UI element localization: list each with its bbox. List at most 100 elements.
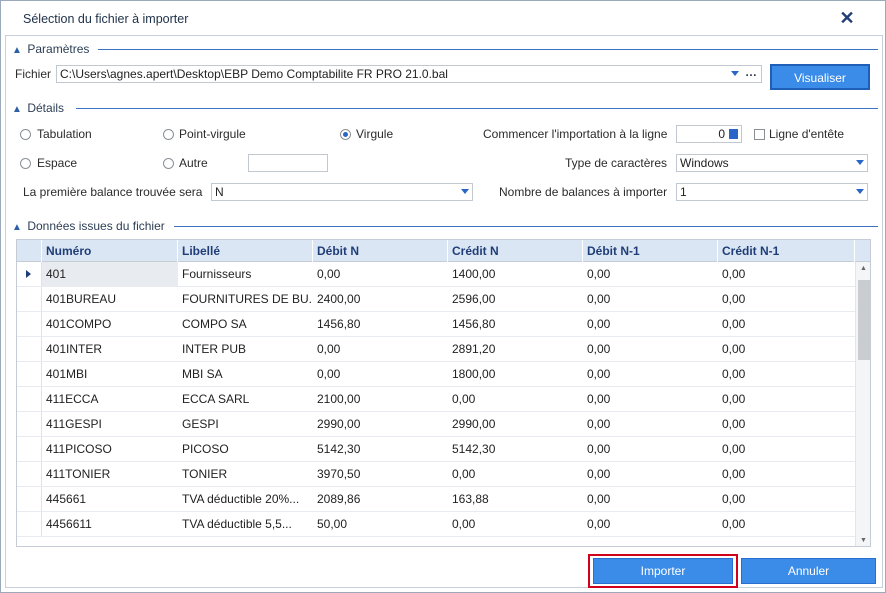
scroll-up-icon[interactable]: ▲ <box>860 265 867 272</box>
table-cell[interactable]: 4456611 <box>42 512 178 536</box>
row-indicator[interactable] <box>17 337 42 361</box>
table-cell[interactable]: 411TONIER <box>42 462 178 486</box>
row-indicator[interactable] <box>17 287 42 311</box>
table-cell[interactable]: 0,00 <box>583 362 718 386</box>
importer-button[interactable]: Importer <box>593 558 733 584</box>
table-cell[interactable]: 0,00 <box>583 512 718 536</box>
table-cell[interactable]: 0,00 <box>718 362 855 386</box>
table-cell[interactable]: TONIER <box>178 462 313 486</box>
table-cell[interactable]: 1400,00 <box>448 262 583 286</box>
annuler-button[interactable]: Annuler <box>741 558 876 584</box>
column-header[interactable]: Crédit N-1 <box>718 240 855 262</box>
table-cell[interactable]: 5142,30 <box>313 437 448 461</box>
browse-icon[interactable]: … <box>745 66 757 79</box>
table-cell[interactable]: MBI SA <box>178 362 313 386</box>
nombre-balances-select[interactable]: 1 <box>676 183 868 201</box>
table-cell[interactable]: COMPO SA <box>178 312 313 336</box>
calculator-icon[interactable] <box>729 129 738 139</box>
table-row[interactable]: 411ECCA ECCA SARL 2100,00 0,00 0,00 0,00 <box>17 387 855 412</box>
table-cell[interactable]: 2990,00 <box>313 412 448 436</box>
scroll-thumb[interactable] <box>858 280 870 360</box>
table-cell[interactable]: 411ECCA <box>42 387 178 411</box>
table-cell[interactable]: 2400,00 <box>313 287 448 311</box>
table-cell[interactable]: 445661 <box>42 487 178 511</box>
table-cell[interactable]: 1456,80 <box>313 312 448 336</box>
table-cell[interactable]: 411PICOSO <box>42 437 178 461</box>
row-indicator[interactable] <box>17 512 42 536</box>
commencer-input[interactable]: 0 <box>676 125 742 143</box>
table-cell[interactable]: 401MBI <box>42 362 178 386</box>
table-cell[interactable]: 411GESPI <box>42 412 178 436</box>
column-header[interactable]: Crédit N <box>448 240 583 262</box>
table-row[interactable]: 411TONIER TONIER 3970,50 0,00 0,00 0,00 <box>17 462 855 487</box>
table-row[interactable]: 401INTER INTER PUB 0,00 2891,20 0,00 0,00 <box>17 337 855 362</box>
table-cell[interactable]: 0,00 <box>313 262 448 286</box>
chevron-down-icon[interactable] <box>856 160 864 165</box>
table-row[interactable]: 401COMPO COMPO SA 1456,80 1456,80 0,00 0,00 <box>17 312 855 337</box>
table-cell[interactable]: 2891,20 <box>448 337 583 361</box>
row-indicator[interactable] <box>17 437 42 461</box>
vertical-scrollbar[interactable]: ▲ ▼ <box>855 262 870 546</box>
radio-espace[interactable] <box>20 158 31 169</box>
table-cell[interactable]: 401 <box>42 262 178 286</box>
table-cell[interactable]: 0,00 <box>313 337 448 361</box>
table-cell[interactable]: 2089,86 <box>313 487 448 511</box>
table-cell[interactable]: TVA déductible 20%... <box>178 487 313 511</box>
column-header[interactable]: Débit N <box>313 240 448 262</box>
radio-point-virgule[interactable] <box>163 129 174 140</box>
section-parametres-header[interactable]: ▲ Paramètres <box>12 42 89 58</box>
table-cell[interactable]: FOURNITURES DE BU... <box>178 287 313 311</box>
table-cell[interactable]: GESPI <box>178 412 313 436</box>
table-cell[interactable]: 0,00 <box>718 487 855 511</box>
table-cell[interactable]: 0,00 <box>718 262 855 286</box>
row-indicator[interactable] <box>17 462 42 486</box>
table-cell[interactable]: INTER PUB <box>178 337 313 361</box>
table-cell[interactable]: 0,00 <box>583 412 718 436</box>
fichier-field[interactable]: C:\Users\agnes.apert\Desktop\EBP Demo Co… <box>56 65 762 83</box>
table-cell[interactable]: 2596,00 <box>448 287 583 311</box>
row-indicator[interactable] <box>17 487 42 511</box>
table-row[interactable]: 401BUREAU FOURNITURES DE BU... 2400,00 2596… <box>17 287 855 312</box>
table-row[interactable]: 445661 TVA déductible 20%... 2089,86 163,88… <box>17 487 855 512</box>
close-icon[interactable]: ✕ <box>835 7 859 29</box>
table-cell[interactable]: 0,00 <box>583 462 718 486</box>
table-cell[interactable]: 0,00 <box>448 512 583 536</box>
table-cell[interactable]: 0,00 <box>718 412 855 436</box>
row-indicator[interactable] <box>17 362 42 386</box>
premiere-balance-select[interactable]: N <box>211 183 473 201</box>
radio-tabulation[interactable] <box>20 129 31 140</box>
chevron-down-icon[interactable] <box>856 189 864 194</box>
table-cell[interactable]: 0,00 <box>583 387 718 411</box>
radio-autre[interactable] <box>163 158 174 169</box>
table-cell[interactable]: 0,00 <box>718 387 855 411</box>
table-cell[interactable]: 0,00 <box>583 437 718 461</box>
table-cell[interactable]: 3970,50 <box>313 462 448 486</box>
table-cell[interactable]: 0,00 <box>718 512 855 536</box>
autre-input[interactable] <box>248 154 328 172</box>
ligne-entete-checkbox[interactable] <box>754 129 765 140</box>
table-cell[interactable]: TVA déductible 5,5... <box>178 512 313 536</box>
table-cell[interactable]: 0,00 <box>583 337 718 361</box>
section-donnees-header[interactable]: ▲ Données issues du fichier <box>12 219 165 235</box>
table-cell[interactable]: 0,00 <box>448 387 583 411</box>
table-cell[interactable]: 0,00 <box>718 437 855 461</box>
table-cell[interactable]: 401INTER <box>42 337 178 361</box>
row-indicator[interactable] <box>17 262 42 286</box>
section-details-header[interactable]: ▲ Détails <box>12 101 64 117</box>
row-indicator[interactable] <box>17 312 42 336</box>
table-row[interactable]: 411PICOSO PICOSO 5142,30 5142,30 0,00 0,00 <box>17 437 855 462</box>
data-grid[interactable]: Numéro Libellé Débit N Crédit N Débit N-… <box>16 239 871 547</box>
table-row[interactable]: 401MBI MBI SA 0,00 1800,00 0,00 0,00 <box>17 362 855 387</box>
table-cell[interactable]: 50,00 <box>313 512 448 536</box>
table-cell[interactable]: 401BUREAU <box>42 287 178 311</box>
table-cell[interactable]: 0,00 <box>718 337 855 361</box>
table-cell[interactable]: Fournisseurs <box>178 262 313 286</box>
type-caracteres-select[interactable]: Windows <box>676 154 868 172</box>
chevron-down-icon[interactable] <box>461 189 469 194</box>
column-header[interactable]: Débit N-1 <box>583 240 718 262</box>
table-cell[interactable]: 2990,00 <box>448 412 583 436</box>
table-cell[interactable]: 2100,00 <box>313 387 448 411</box>
table-cell[interactable]: 401COMPO <box>42 312 178 336</box>
chevron-down-icon[interactable] <box>731 71 739 76</box>
table-cell[interactable]: 1800,00 <box>448 362 583 386</box>
